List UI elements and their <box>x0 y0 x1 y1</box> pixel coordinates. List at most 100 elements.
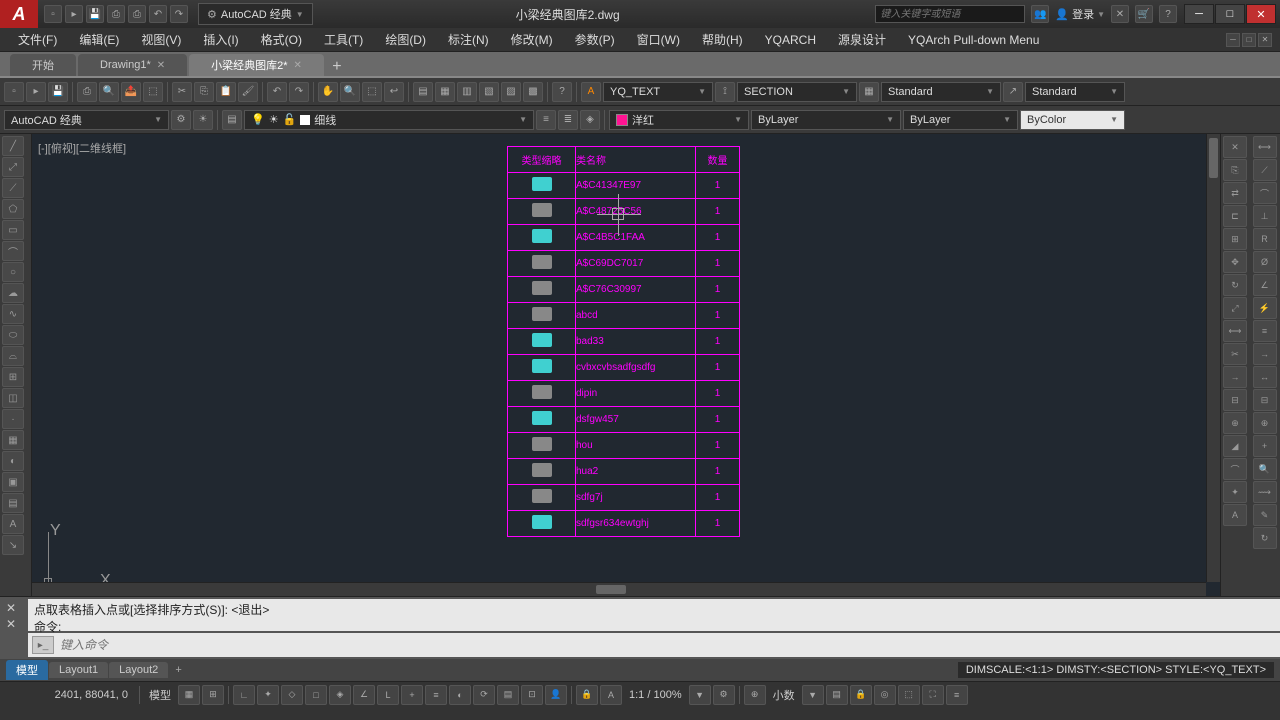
zoomprev-icon[interactable]: ↩ <box>384 82 404 102</box>
units-icon[interactable]: ⊕ <box>744 685 766 705</box>
units-dd-icon[interactable]: ▼ <box>802 685 824 705</box>
annoscale2-icon[interactable]: A <box>600 685 622 705</box>
close-icon[interactable]: ✕ <box>294 60 302 71</box>
menu-file[interactable]: 文件(F) <box>8 29 67 50</box>
inspect-icon[interactable]: 🔍 <box>1253 458 1277 480</box>
dim-ordinate-icon[interactable]: ⊥ <box>1253 205 1277 227</box>
menu-help[interactable]: 帮助(H) <box>692 29 753 50</box>
am-icon[interactable]: 👤 <box>545 685 567 705</box>
close-icon[interactable]: ✕ <box>6 617 22 633</box>
layout-tab-layout1[interactable]: Layout1 <box>49 662 108 678</box>
tab-drawing1[interactable]: Drawing1*✕ <box>78 54 187 76</box>
zoom-dd-icon[interactable]: ▼ <box>689 685 711 705</box>
workspace-settings-icon[interactable]: ⚙ <box>171 110 191 130</box>
scrollbar-thumb[interactable] <box>596 585 626 594</box>
layer-iso-icon[interactable]: ◈ <box>580 110 600 130</box>
mtext-icon[interactable]: A <box>2 514 24 534</box>
erase-icon[interactable]: ✕ <box>1223 136 1247 158</box>
dim-radius-icon[interactable]: R <box>1253 228 1277 250</box>
3dprint-icon[interactable]: ⬚ <box>143 82 163 102</box>
hatch-icon[interactable]: ▦ <box>2 430 24 450</box>
close-button[interactable]: ✕ <box>1246 4 1276 24</box>
tablestyle-icon[interactable]: ▦ <box>859 82 879 102</box>
menu-yuanquan[interactable]: 源泉设计 <box>828 29 896 50</box>
paste-icon[interactable]: 📋 <box>216 82 236 102</box>
trim-icon[interactable]: ✂ <box>1223 343 1247 365</box>
customize-icon[interactable]: ≡ <box>946 685 968 705</box>
exchange-icon[interactable]: ✕ <box>1111 5 1129 23</box>
3dosnap-icon[interactable]: ◈ <box>329 685 351 705</box>
dim-aligned-icon[interactable]: ⟋ <box>1253 159 1277 181</box>
grid-icon[interactable]: ▦ <box>178 685 200 705</box>
textstyle-icon[interactable]: A <box>581 82 601 102</box>
toolpalettes-icon[interactable]: ▥ <box>457 82 477 102</box>
lock-ui-icon[interactable]: 🔒 <box>850 685 872 705</box>
otrack-icon[interactable]: ∠ <box>353 685 375 705</box>
add-layout-button[interactable]: + <box>169 664 187 676</box>
block-icon[interactable]: ◫ <box>2 388 24 408</box>
scale-icon[interactable]: ⤢ <box>1223 297 1247 319</box>
mleaderstyle-dropdown[interactable]: Standard▼ <box>1025 82 1125 102</box>
open-icon[interactable]: ▸ <box>65 5 83 23</box>
doc-minimize-button[interactable]: ─ <box>1226 33 1240 47</box>
cart-icon[interactable]: 🛒 <box>1135 5 1153 23</box>
selection-cycling-icon[interactable]: ⟳ <box>473 685 495 705</box>
maximize-button[interactable]: □ <box>1215 4 1245 24</box>
cut-icon[interactable]: ✂ <box>172 82 192 102</box>
menu-window[interactable]: 窗口(W) <box>627 29 690 50</box>
units-label[interactable]: 小数 <box>767 687 801 703</box>
tab-start[interactable]: 开始 <box>10 54 76 76</box>
viewport-label[interactable]: [-][俯视][二维线框] <box>38 140 126 156</box>
undo-icon[interactable]: ↶ <box>267 82 287 102</box>
polygon-icon[interactable]: ⬠ <box>2 199 24 219</box>
isolate-icon[interactable]: ◎ <box>874 685 896 705</box>
menu-parametric[interactable]: 参数(P) <box>565 29 625 50</box>
doc-restore-button[interactable]: □ <box>1242 33 1256 47</box>
polar-icon[interactable]: ✦ <box>257 685 279 705</box>
help-search-input[interactable] <box>875 5 1025 23</box>
copy-icon[interactable]: ⎘ <box>194 82 214 102</box>
rotate-icon[interactable]: ↻ <box>1223 274 1247 296</box>
layer-dropdown[interactable]: 💡 ☀ 🔓 细线 ▼ <box>244 110 534 130</box>
dim-linear-icon[interactable]: ⟷ <box>1253 136 1277 158</box>
publish-icon[interactable]: 📤 <box>121 82 141 102</box>
infocenter-icon[interactable]: 👥 <box>1031 5 1049 23</box>
snap-icon[interactable]: ⊞ <box>202 685 224 705</box>
ducs-icon[interactable]: L <box>377 685 399 705</box>
horizontal-scrollbar[interactable] <box>32 582 1206 596</box>
plot-icon[interactable]: ⎙ <box>77 82 97 102</box>
save-icon[interactable]: 💾 <box>48 82 68 102</box>
mleaderstyle-icon[interactable]: ↗ <box>1003 82 1023 102</box>
layer-state-icon[interactable]: ≣ <box>558 110 578 130</box>
undo-icon[interactable]: ↶ <box>149 5 167 23</box>
arc-icon[interactable]: ⌒ <box>2 241 24 261</box>
matchprop-icon[interactable]: 🖌 <box>238 82 258 102</box>
copy-icon[interactable]: ⎘ <box>1223 159 1247 181</box>
app-logo[interactable]: A <box>0 0 38 28</box>
coordinates[interactable]: 2401, 88041, 0 <box>6 689 136 701</box>
scrollbar-thumb[interactable] <box>1209 138 1218 178</box>
stretch-icon[interactable]: ⟷ <box>1223 320 1247 342</box>
menu-tools[interactable]: 工具(T) <box>314 29 373 50</box>
menu-yqarch-pulldown[interactable]: YQArch Pull-down Menu <box>898 31 1049 49</box>
ellipse-icon[interactable]: ⬭ <box>2 325 24 345</box>
workspace-dropdown[interactable]: ⚙ AutoCAD 经典 ▼ <box>198 3 313 25</box>
layer-prev-icon[interactable]: ≡ <box>536 110 556 130</box>
redo-icon[interactable]: ↷ <box>289 82 309 102</box>
annoscale-icon[interactable]: 🔒 <box>576 685 598 705</box>
dimstyle-dropdown[interactable]: SECTION▼ <box>737 82 857 102</box>
join-icon[interactable]: ⊕ <box>1223 412 1247 434</box>
plotstyle-dropdown[interactable]: ByColor▼ <box>1020 110 1125 130</box>
move-icon[interactable]: ✥ <box>1223 251 1247 273</box>
properties-icon[interactable]: ▤ <box>413 82 433 102</box>
menu-insert[interactable]: 插入(I) <box>193 29 248 50</box>
add-tab-button[interactable]: + <box>326 58 348 76</box>
polyline-icon[interactable]: ⟋ <box>2 178 24 198</box>
offset-icon[interactable]: ⊏ <box>1223 205 1247 227</box>
transparency-icon[interactable]: ◐ <box>449 685 471 705</box>
extend-icon[interactable]: → <box>1223 366 1247 388</box>
open-icon[interactable]: ▸ <box>26 82 46 102</box>
dimedit-icon[interactable]: ✎ <box>1253 504 1277 526</box>
command-input[interactable] <box>58 636 1280 655</box>
isodraft-icon[interactable]: ◇ <box>281 685 303 705</box>
